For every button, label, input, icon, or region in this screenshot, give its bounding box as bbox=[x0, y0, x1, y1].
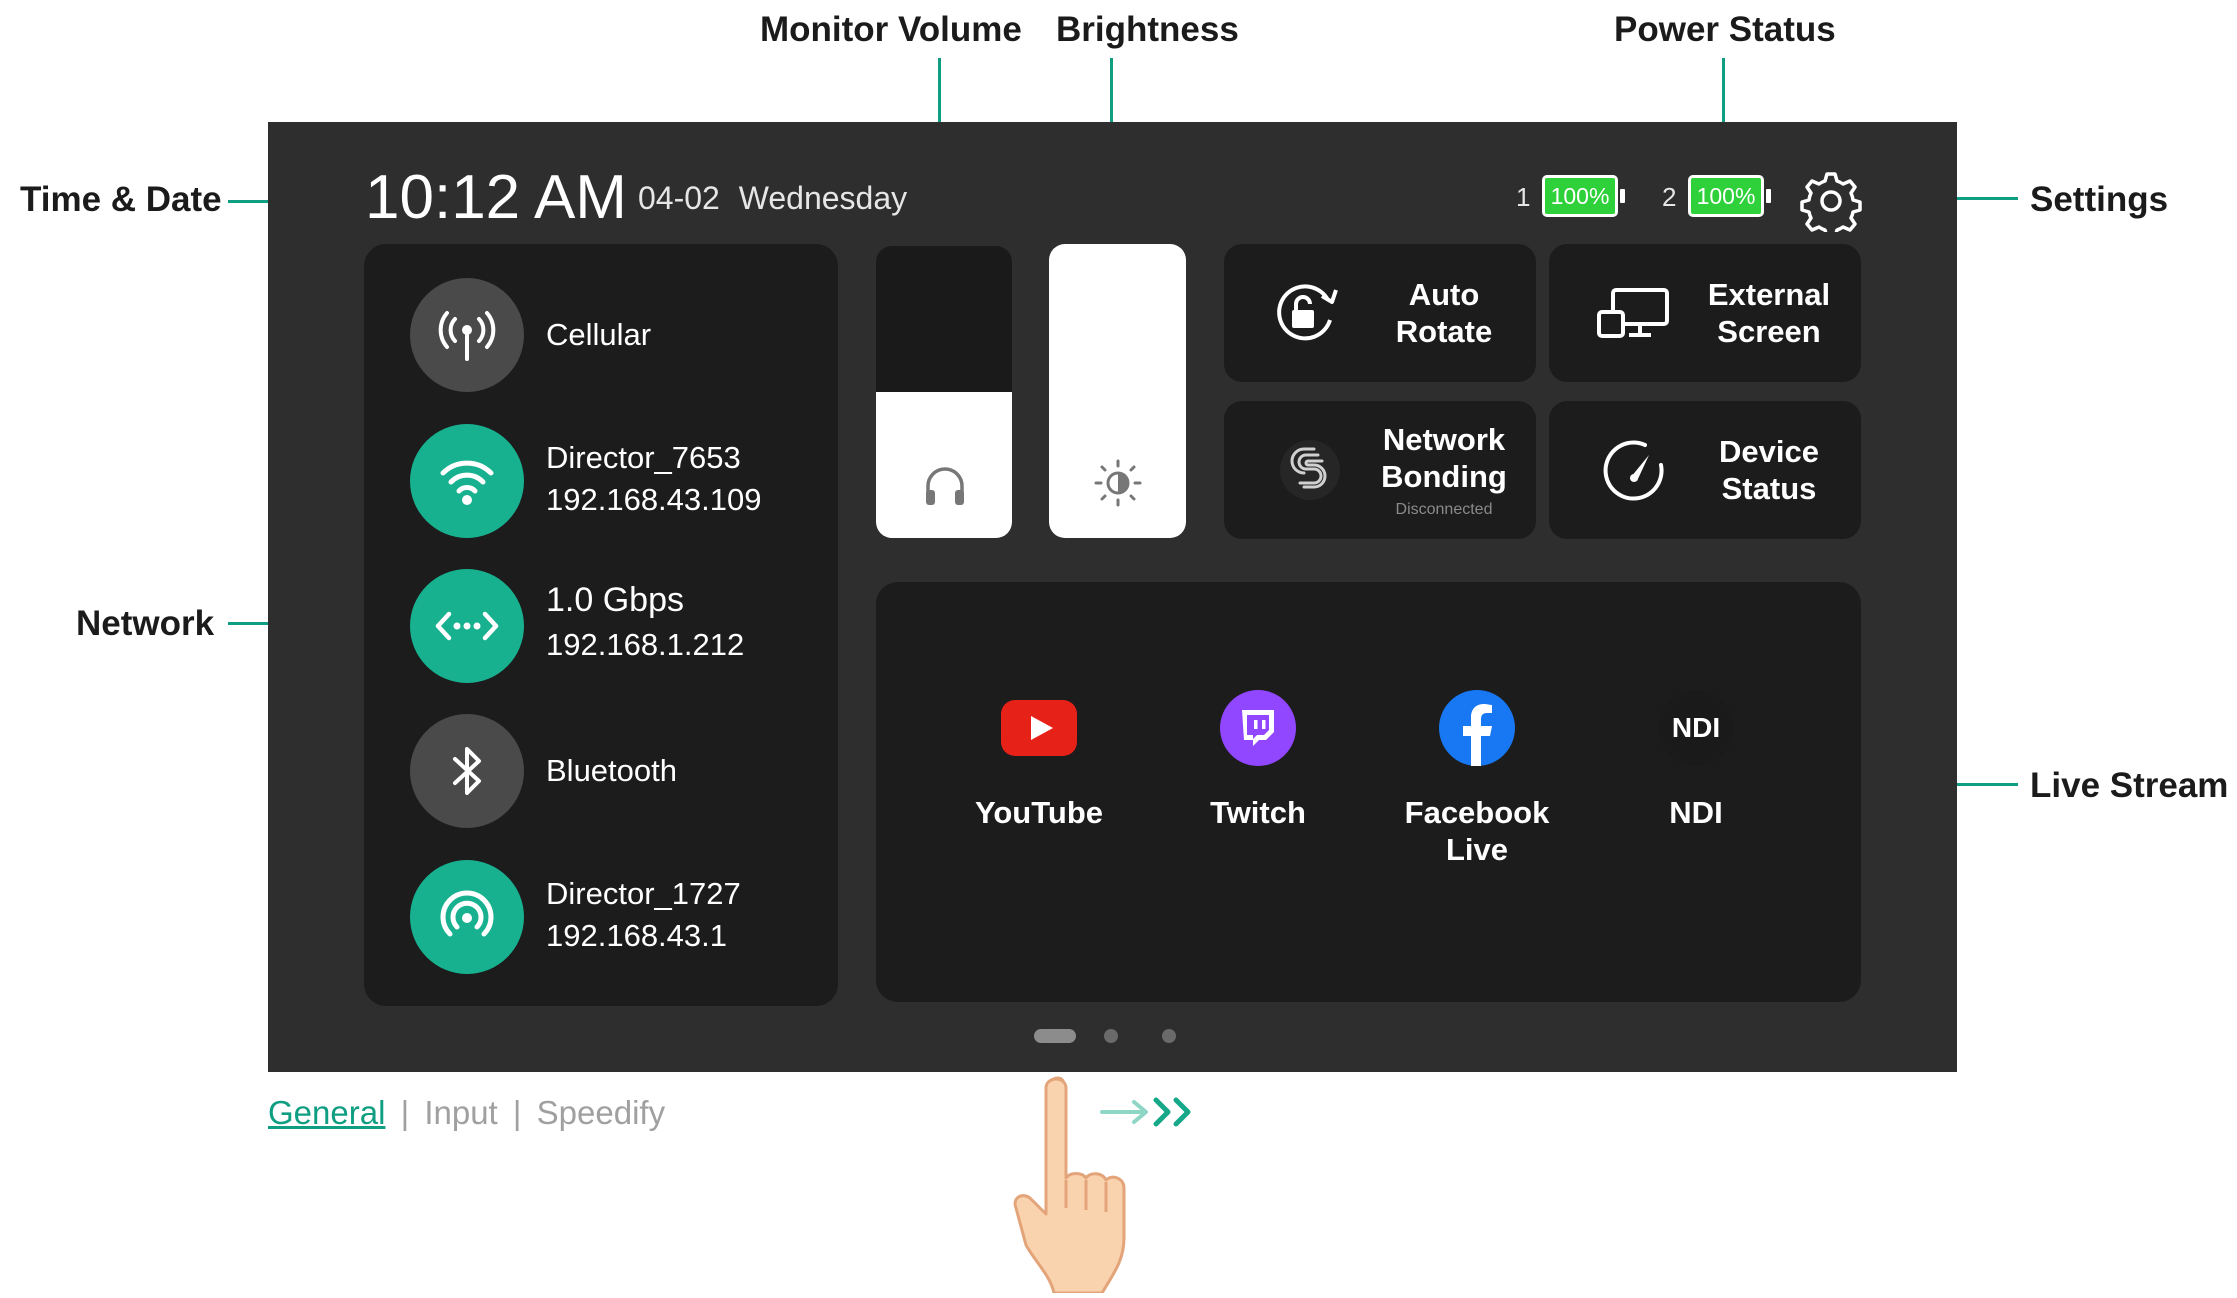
device-status-gauge-icon bbox=[1595, 435, 1675, 505]
settings-gear-icon[interactable] bbox=[1800, 170, 1862, 239]
tab-general[interactable]: General bbox=[268, 1094, 385, 1131]
wifi-ip: 192.168.43.109 bbox=[546, 482, 762, 517]
ethernet-speed: 1.0 Gbps bbox=[546, 581, 684, 619]
page-indicator-2[interactable] bbox=[1104, 1029, 1118, 1043]
battery-1-indicator: 100% bbox=[1542, 175, 1625, 217]
callout-network: Network bbox=[76, 604, 215, 643]
network-bonding-status: Disconnected bbox=[1395, 501, 1493, 518]
twitch-icon bbox=[1218, 688, 1298, 768]
device-status-tile[interactable]: Device Status bbox=[1549, 401, 1861, 539]
monitor-volume-slider[interactable] bbox=[876, 246, 1012, 538]
wifi-ssid: Director_7653 bbox=[546, 440, 741, 475]
hotspot-ip: 192.168.43.1 bbox=[546, 918, 728, 953]
ethernet-icon bbox=[410, 569, 524, 683]
auto-rotate-label: Auto Rotate bbox=[1395, 277, 1493, 349]
network-item-hotspot[interactable]: Director_1727 192.168.43.1 bbox=[410, 860, 830, 976]
brightness-slider[interactable] bbox=[1049, 244, 1186, 538]
twitch-label: Twitch bbox=[1210, 795, 1306, 830]
battery-2-index: 2 bbox=[1662, 182, 1677, 212]
pointing-hand-icon bbox=[1010, 1068, 1160, 1298]
callout-time-date: Time & Date bbox=[20, 180, 222, 219]
stream-item-ndi[interactable]: NDI NDI bbox=[1596, 688, 1796, 831]
network-item-ethernet[interactable]: 1.0 Gbps 192.168.1.212 bbox=[410, 569, 830, 685]
battery-2-indicator: 100% bbox=[1688, 175, 1771, 217]
external-screen-icon bbox=[1595, 278, 1675, 348]
ethernet-ip: 192.168.1.212 bbox=[546, 627, 745, 662]
live-stream-panel: YouTube Twitch Facebook Live NDI NDI bbox=[876, 582, 1861, 1002]
device-status-label: Device Status bbox=[1719, 434, 1819, 506]
ndi-icon: NDI bbox=[1656, 688, 1736, 768]
page-indicator-1-active[interactable] bbox=[1034, 1029, 1076, 1043]
network-panel: Cellular Director_7653 192.168.43.109 1.… bbox=[364, 244, 838, 1006]
cellular-label: Cellular bbox=[546, 317, 652, 352]
page-indicator-3[interactable] bbox=[1162, 1029, 1176, 1043]
facebook-live-label: Facebook Live bbox=[1404, 795, 1550, 867]
cellular-antenna-icon bbox=[410, 278, 524, 392]
callout-power-status: Power Status bbox=[1614, 10, 1836, 49]
youtube-icon bbox=[999, 688, 1079, 768]
callout-brightness: Brightness bbox=[1056, 10, 1239, 49]
tab-speedify[interactable]: Speedify bbox=[537, 1094, 665, 1131]
network-item-wifi[interactable]: Director_7653 192.168.43.109 bbox=[410, 424, 830, 540]
stream-item-facebook-live[interactable]: Facebook Live bbox=[1377, 688, 1577, 868]
clock-time: 10:12 AM bbox=[365, 163, 627, 232]
network-bonding-tile[interactable]: Network Bonding Disconnected bbox=[1224, 401, 1536, 539]
wifi-icon bbox=[410, 424, 524, 538]
stream-item-youtube[interactable]: YouTube bbox=[939, 688, 1139, 831]
callout-live-stream: Live Stream bbox=[2030, 766, 2229, 805]
battery-1-index: 1 bbox=[1516, 182, 1531, 212]
facebook-icon bbox=[1437, 688, 1517, 768]
callout-monitor-volume: Monitor Volume bbox=[760, 10, 1022, 49]
bluetooth-label: Bluetooth bbox=[546, 753, 677, 788]
date-value: 04-02 bbox=[638, 180, 720, 216]
brightness-sun-icon bbox=[1093, 458, 1143, 513]
external-screen-label: External Screen bbox=[1707, 277, 1831, 349]
hotspot-icon bbox=[410, 860, 524, 974]
stream-item-twitch[interactable]: Twitch bbox=[1158, 688, 1358, 831]
network-bonding-label: Network Bonding bbox=[1381, 422, 1507, 494]
device-screen: 10:12 AM 04-02 Wednesday 1 100% 2 100% C… bbox=[268, 122, 1957, 1072]
svg-text:NDI: NDI bbox=[1672, 712, 1720, 743]
bluetooth-icon bbox=[410, 714, 524, 828]
hotspot-ssid: Director_1727 bbox=[546, 876, 741, 911]
auto-rotate-icon bbox=[1270, 278, 1350, 348]
clock-date: 04-02 Wednesday bbox=[638, 180, 907, 217]
tab-input[interactable]: Input bbox=[424, 1094, 497, 1131]
callout-settings: Settings bbox=[2030, 180, 2169, 219]
weekday-value: Wednesday bbox=[738, 180, 908, 216]
tab-separator: | bbox=[512, 1094, 522, 1131]
external-screen-tile[interactable]: External Screen bbox=[1549, 244, 1861, 382]
youtube-label: YouTube bbox=[975, 795, 1103, 830]
headphones-icon bbox=[922, 464, 968, 513]
tab-separator: | bbox=[400, 1094, 410, 1131]
auto-rotate-tile[interactable]: Auto Rotate bbox=[1224, 244, 1536, 382]
speedify-bonding-icon bbox=[1270, 435, 1350, 505]
ndi-label: NDI bbox=[1669, 795, 1723, 830]
bottom-tab-bar: General | Input | Speedify bbox=[268, 1094, 665, 1132]
network-item-cellular[interactable]: Cellular bbox=[410, 278, 830, 394]
network-item-bluetooth[interactable]: Bluetooth bbox=[410, 714, 830, 830]
